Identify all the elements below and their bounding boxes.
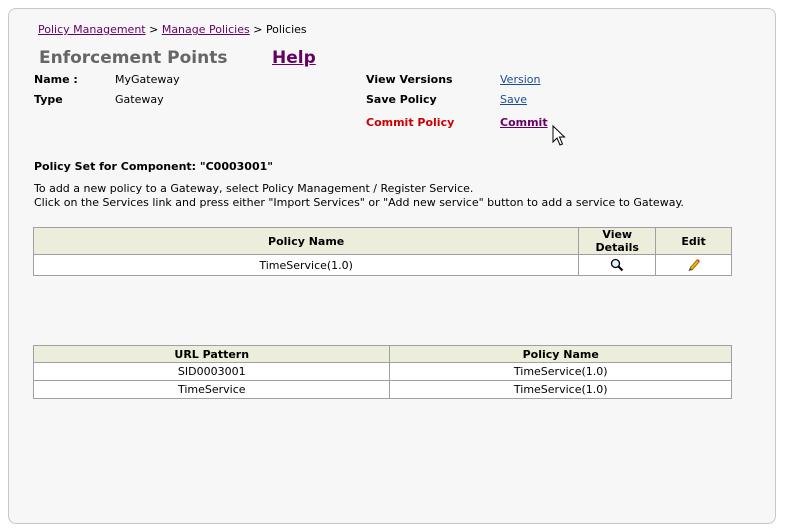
- magnifier-icon[interactable]: [610, 258, 624, 272]
- page-title: Enforcement Points: [39, 48, 228, 68]
- version-link[interactable]: Version: [500, 73, 540, 86]
- breadcrumb-current: Policies: [265, 23, 307, 36]
- policy-table: Policy Name View Details Edit TimeServic…: [32, 227, 732, 276]
- breadcrumb-manage-policies[interactable]: Manage Policies: [162, 23, 250, 36]
- column-header-policy-name: Policy Name: [389, 345, 732, 363]
- column-header-edit: Edit: [655, 227, 732, 255]
- policy-set-title: Policy Set for Component: "C0003001": [34, 160, 273, 173]
- save-link[interactable]: Save: [500, 93, 527, 106]
- instruction-line: Click on the Services link and press eit…: [34, 196, 684, 209]
- policy-name-cell: TimeService(1.0): [389, 380, 732, 399]
- column-header-policy-name: Policy Name: [32, 227, 580, 255]
- url-pattern-cell: TimeService: [32, 380, 391, 399]
- policy-name-cell: TimeService(1.0): [389, 362, 732, 381]
- url-pattern-table: URL Pattern Policy Name SID0003001 TimeS…: [32, 345, 732, 399]
- edit-cell: [655, 254, 732, 276]
- pencil-icon[interactable]: [687, 258, 701, 272]
- mouse-pointer-icon: [552, 125, 566, 146]
- save-policy-label: Save Policy: [366, 93, 437, 106]
- type-value: Gateway: [115, 93, 164, 106]
- breadcrumb-policy-management[interactable]: Policy Management: [38, 23, 146, 36]
- breadcrumb-separator: >: [149, 23, 159, 36]
- instruction-line: To add a new policy to a Gateway, select…: [34, 182, 474, 195]
- table-row: TimeService(1.0): [32, 254, 732, 276]
- commit-link[interactable]: Commit: [500, 116, 548, 129]
- column-header-view-details: View Details: [578, 227, 657, 255]
- name-value: MyGateway: [115, 73, 180, 86]
- policy-name-cell: TimeService(1.0): [32, 254, 580, 276]
- main-panel: Policy Management > Manage Policies > Po…: [8, 8, 776, 524]
- url-pattern-cell: SID0003001: [32, 362, 391, 381]
- view-versions-label: View Versions: [366, 73, 453, 86]
- breadcrumb-separator: >: [253, 23, 263, 36]
- commit-policy-label: Commit Policy: [366, 116, 455, 129]
- column-header-url-pattern: URL Pattern: [32, 345, 391, 363]
- table-row: SID0003001 TimeService(1.0): [32, 362, 732, 381]
- view-details-cell: [578, 254, 657, 276]
- help-link[interactable]: Help: [272, 48, 316, 68]
- table-header-row: Policy Name View Details Edit: [32, 227, 732, 255]
- table-header-row: URL Pattern Policy Name: [32, 345, 732, 363]
- table-row: TimeService TimeService(1.0): [32, 380, 732, 399]
- type-label: Type: [34, 93, 63, 106]
- breadcrumb: Policy Management > Manage Policies > Po…: [38, 23, 307, 36]
- name-label: Name :: [34, 73, 78, 86]
